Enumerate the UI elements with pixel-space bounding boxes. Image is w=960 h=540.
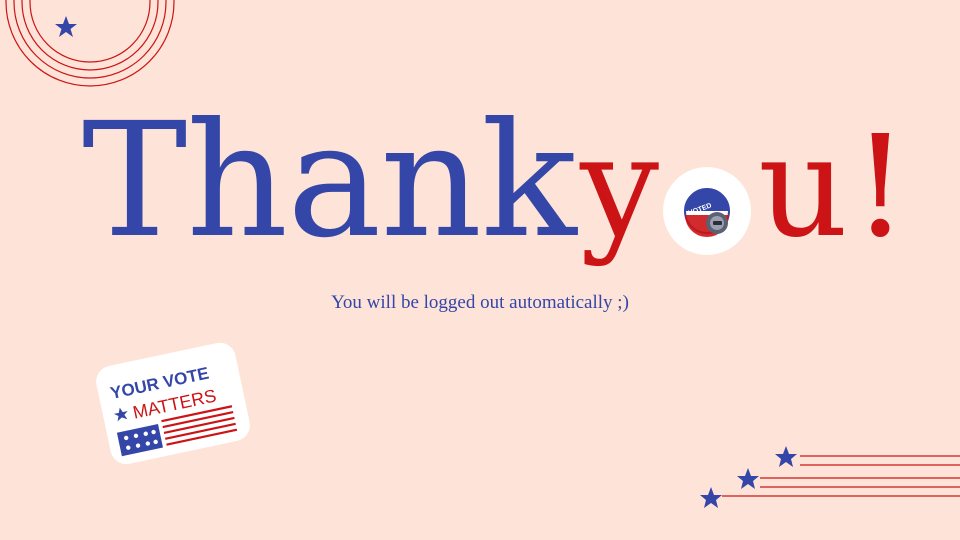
stars-with-lines-decoration [700, 446, 960, 508]
star-icon [737, 468, 759, 489]
star-icon [55, 16, 77, 37]
star-icon [700, 487, 722, 508]
title-word-thank: Thank [82, 89, 577, 273]
voted-badge-icon: VOTED [663, 167, 751, 255]
title-word-u-exclamation: u! [758, 106, 913, 269]
star-icon [775, 446, 797, 467]
logout-message: You will be logged out automatically ;) [331, 292, 629, 313]
title-letter-y: y [580, 106, 660, 269]
your-vote-matters-sticker: YOUR VOTE MATTERS [96, 342, 250, 465]
